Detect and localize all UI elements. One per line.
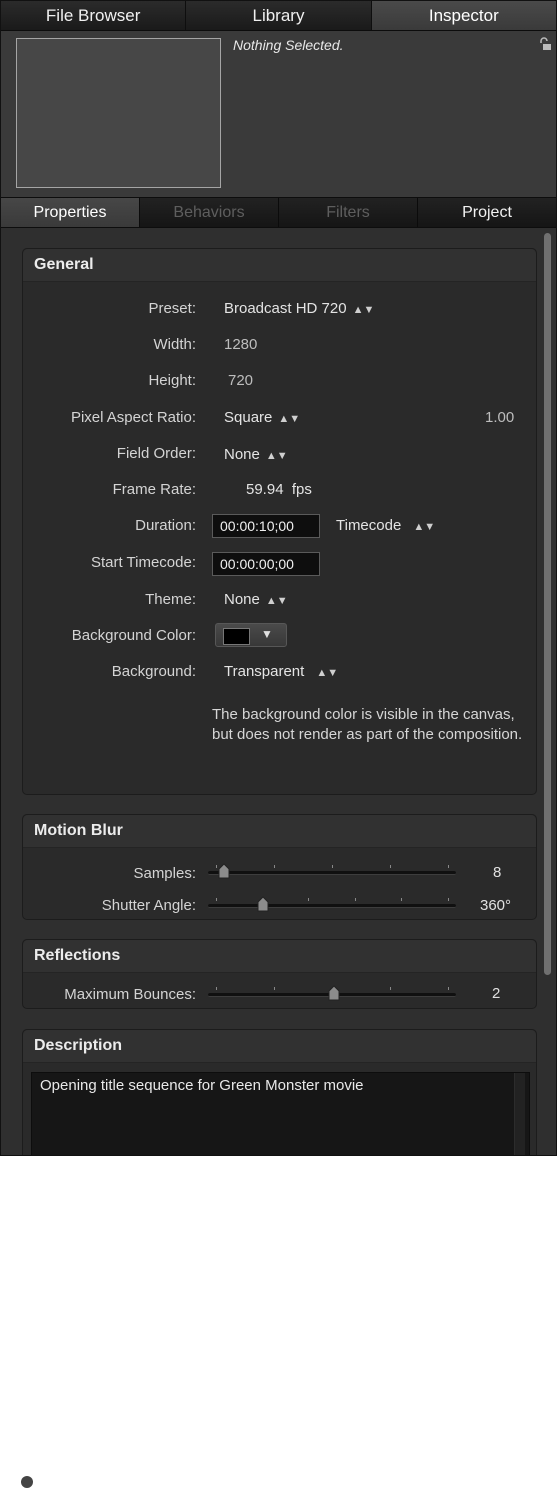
shutter-angle-label: Shutter Angle:	[101, 897, 196, 914]
preview-thumbnail	[16, 38, 221, 188]
maximum-bounces-value[interactable]: 2	[492, 985, 500, 1002]
slider-tick	[332, 865, 333, 868]
lock-icon[interactable]	[538, 37, 552, 51]
slider-tick	[448, 987, 449, 990]
background-color-well[interactable]: ▼	[215, 623, 287, 647]
maximum-bounces-slider[interactable]	[208, 985, 456, 1001]
theme-label: Theme:	[145, 591, 196, 608]
field-order-value: None	[224, 446, 260, 463]
updown-arrows-icon: ▲▼	[278, 413, 301, 425]
background-label: Background:	[111, 663, 196, 680]
reflections-header[interactable]: Reflections	[23, 940, 536, 973]
inspector-panel: File Browser Library Inspector Nothing S…	[0, 0, 557, 1156]
start-timecode-field[interactable]: 00:00:00;00	[212, 552, 320, 576]
selection-status: Nothing Selected.	[233, 37, 344, 53]
preset-value: Broadcast HD 720	[224, 300, 347, 317]
updown-arrows-icon: ▲▼	[352, 304, 375, 316]
slider-tick	[390, 987, 391, 990]
preview-area: Nothing Selected.	[1, 31, 556, 197]
width-value: 1280	[224, 336, 258, 353]
tab-project[interactable]: Project	[418, 198, 556, 227]
tab-file-browser[interactable]: File Browser	[1, 1, 187, 30]
background-popup[interactable]: Transparent ▲▼	[224, 663, 338, 680]
motion-blur-header[interactable]: Motion Blur	[23, 815, 536, 848]
description-section: Description Opening title sequence for G…	[22, 1029, 537, 1155]
description-textarea[interactable]: Opening title sequence for Green Monster…	[31, 1072, 530, 1155]
updown-arrows-icon: ▲▼	[316, 667, 339, 679]
tab-properties[interactable]: Properties	[1, 198, 140, 227]
samples-slider[interactable]	[208, 863, 456, 879]
slider-track	[208, 898, 456, 908]
field-order-label: Field Order:	[116, 445, 196, 462]
background-color-label: Background Color:	[71, 627, 196, 644]
theme-popup[interactable]: None ▲▼	[224, 591, 288, 608]
slider-tick	[274, 865, 275, 868]
field-order-popup[interactable]: None ▲▼	[224, 446, 288, 463]
maximum-bounces-label: Maximum Bounces:	[64, 986, 196, 1003]
duration-format-popup[interactable]: Timecode ▲▼	[336, 517, 435, 534]
top-tab-bar: File Browser Library Inspector	[1, 1, 556, 31]
preset-label: Preset:	[148, 300, 196, 317]
chevron-down-icon[interactable]: ▼	[261, 627, 273, 641]
pixel-aspect-label: Pixel Aspect Ratio:	[70, 409, 196, 426]
frame-rate-unit: fps	[291, 481, 312, 498]
slider-tick	[308, 898, 309, 901]
slider-tick	[274, 987, 275, 990]
background-note: The background color is visible in the c…	[212, 706, 523, 743]
pixel-aspect-value: Square	[224, 409, 273, 426]
slider-tick	[390, 865, 391, 868]
duration-format-value: Timecode	[336, 517, 402, 534]
slider-tick	[448, 898, 449, 901]
samples-value[interactable]: 8	[493, 864, 501, 881]
background-value: Transparent	[224, 663, 305, 680]
width-label: Width:	[153, 336, 196, 353]
bullet-dot	[21, 1476, 33, 1488]
slider-tick	[216, 898, 217, 901]
frame-rate-label: Frame Rate:	[112, 481, 196, 498]
duration-field[interactable]: 00:00:10;00	[212, 514, 320, 538]
slider-tick	[401, 898, 402, 901]
slider-tick	[355, 898, 356, 901]
tab-inspector[interactable]: Inspector	[371, 1, 556, 30]
inspector-tab-bar: Properties Behaviors Filters Project	[1, 197, 556, 228]
duration-label: Duration:	[135, 517, 196, 534]
reflections-section: Reflections Maximum Bounces: 2	[22, 939, 537, 1009]
general-header[interactable]: General	[23, 249, 536, 282]
slider-tick	[448, 865, 449, 868]
slider-track	[208, 865, 456, 875]
tab-library[interactable]: Library	[186, 1, 372, 30]
description-scrollbar[interactable]	[514, 1073, 525, 1155]
start-timecode-label: Start Timecode:	[90, 554, 196, 571]
color-swatch[interactable]	[223, 628, 250, 645]
updown-arrows-icon: ▲▼	[265, 450, 288, 462]
tab-filters[interactable]: Filters	[279, 198, 418, 227]
slider-knob[interactable]	[217, 863, 231, 879]
shutter-angle-value[interactable]: 360°	[480, 897, 511, 914]
inspector-scrollbar[interactable]	[544, 233, 551, 975]
samples-label: Samples:	[133, 865, 196, 882]
general-section: General Preset: Broadcast HD 720 ▲▼ Width…	[22, 248, 537, 795]
shutter-angle-slider[interactable]	[208, 896, 456, 912]
height-label: Height:	[148, 372, 196, 389]
height-value: 720	[228, 372, 254, 389]
pixel-aspect-number: 1.00	[485, 409, 515, 426]
updown-arrows-icon: ▲▼	[413, 521, 436, 533]
updown-arrows-icon: ▲▼	[265, 595, 288, 607]
pixel-aspect-popup[interactable]: Square ▲▼	[224, 409, 300, 426]
slider-tick	[216, 987, 217, 990]
inspector-content: General Preset: Broadcast HD 720 ▲▼ Width…	[1, 227, 556, 1155]
frame-rate-value: 59.94 fps	[246, 481, 312, 498]
motion-blur-section: Motion Blur Samples: 8 Shutter Angle: 36…	[22, 814, 537, 920]
theme-value: None	[224, 591, 260, 608]
slider-knob[interactable]	[256, 896, 270, 912]
tab-behaviors[interactable]: Behaviors	[140, 198, 279, 227]
frame-rate-number: 59.94	[246, 481, 284, 498]
description-text: Opening title sequence for Green Monster…	[40, 1077, 364, 1094]
preset-popup[interactable]: Broadcast HD 720 ▲▼	[224, 300, 374, 317]
slider-knob[interactable]	[327, 985, 341, 1001]
description-header[interactable]: Description	[23, 1030, 536, 1063]
